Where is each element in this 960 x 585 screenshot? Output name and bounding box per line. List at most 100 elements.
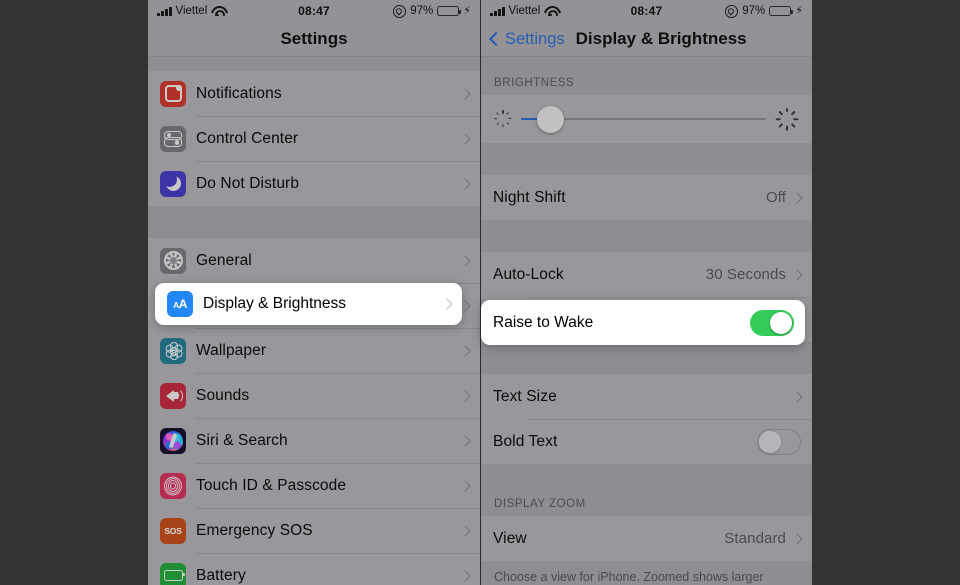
battery-icon	[769, 5, 794, 17]
control-center-icon	[160, 125, 186, 152]
chevron-right-icon	[459, 569, 471, 582]
display-nav-bar: Settings Display & Brightness	[481, 22, 812, 56]
brightness-section-header: BRIGHTNESS	[481, 57, 812, 95]
row-label: Raise to Wake	[493, 313, 594, 331]
sidebar-item-label: Battery	[196, 566, 246, 584]
sidebar-item-emergency-sos[interactable]: SOS Emergency SOS	[148, 508, 480, 553]
sidebar-item-label: Sounds	[196, 386, 250, 404]
row-text-size[interactable]: Text Size	[481, 374, 812, 419]
text-group: Text Size Bold Text	[481, 374, 812, 464]
row-night-shift[interactable]: Night Shift Off	[481, 175, 812, 220]
battery-icon	[437, 5, 462, 17]
sidebar-item-siri-search[interactable]: Siri & Search	[148, 418, 480, 463]
display-brightness-icon: AA	[167, 291, 193, 317]
page-title: Settings	[280, 29, 348, 48]
sidebar-item-do-not-disturb[interactable]: Do Not Disturb	[148, 161, 480, 206]
sun-large-icon	[775, 107, 799, 131]
chevron-right-icon	[459, 389, 471, 402]
sounds-icon	[160, 382, 186, 409]
brightness-slider-thumb[interactable]	[536, 105, 564, 133]
row-label: Bold Text	[493, 432, 558, 450]
sun-small-icon	[494, 110, 512, 128]
sidebar-item-label: Emergency SOS	[196, 521, 313, 539]
brightness-slider[interactable]	[521, 105, 766, 133]
sidebar-item-battery[interactable]: Battery	[148, 553, 480, 585]
panel-divider	[480, 0, 481, 585]
chevron-left-icon	[488, 31, 504, 47]
raise-to-wake-toggle[interactable]	[750, 309, 794, 336]
notifications-icon	[160, 80, 186, 107]
chevron-right-icon	[459, 177, 471, 190]
settings-group-1: Notifications Control Center Do Not Dist…	[148, 71, 480, 206]
wallpaper-icon	[160, 337, 186, 364]
section-gap-1	[481, 143, 812, 175]
row-value: Off	[765, 189, 786, 206]
chevron-right-icon	[459, 434, 471, 447]
status-bar-left: Viettel 08:47 97% ⚡	[148, 0, 480, 22]
back-button-label: Settings	[505, 29, 565, 48]
sidebar-item-label: General	[196, 251, 252, 269]
general-gear-icon	[160, 247, 186, 274]
screenshot-stage: Viettel 08:47 97% ⚡ Settings Notificatio…	[0, 0, 960, 585]
section-gap-3	[481, 342, 812, 374]
sidebar-item-display-brightness[interactable]: AA Display & Brightness	[155, 283, 462, 325]
sidebar-item-label: Notifications	[196, 84, 282, 102]
back-button[interactable]: Settings	[488, 29, 565, 49]
lightning-bolt-icon: ⚡	[463, 4, 471, 17]
sidebar-item-label: Touch ID & Passcode	[196, 476, 347, 494]
sidebar-item-general[interactable]: General	[148, 238, 480, 283]
chevron-right-icon	[459, 87, 471, 100]
bold-text-toggle[interactable]	[757, 428, 801, 455]
display-brightness-panel: Viettel 08:47 97% ⚡ Settings Display & B…	[481, 0, 812, 585]
chevron-right-icon	[459, 479, 471, 492]
chevron-right-icon	[459, 132, 471, 145]
sidebar-item-label: Do Not Disturb	[196, 174, 300, 192]
chevron-right-icon	[791, 191, 803, 204]
row-view[interactable]: View Standard	[481, 516, 812, 561]
row-bold-text[interactable]: Bold Text	[481, 419, 812, 464]
row-raise-to-wake[interactable]: Raise to Wake	[481, 300, 805, 345]
settings-nav-bar: Settings	[148, 22, 480, 56]
row-label: Text Size	[493, 387, 557, 405]
chevron-right-icon	[791, 532, 803, 545]
row-value: Standard	[724, 530, 786, 547]
list-top-gap	[148, 57, 480, 71]
display-zoom-section-header: DISPLAY ZOOM	[481, 478, 812, 516]
chevron-right-icon	[791, 390, 803, 403]
rotation-lock-icon	[393, 4, 407, 18]
sidebar-item-label: Display & Brightness	[203, 295, 347, 312]
night-shift-group: Night Shift Off	[481, 175, 812, 220]
sidebar-item-touch-id-passcode[interactable]: Touch ID & Passcode	[148, 463, 480, 508]
row-value: 30 Seconds	[705, 266, 786, 283]
brightness-slider-row[interactable]	[481, 95, 812, 143]
status-bar-right-group: 97% ⚡	[393, 4, 471, 18]
do-not-disturb-icon	[160, 170, 186, 197]
lightning-bolt-icon: ⚡	[795, 4, 803, 17]
siri-search-icon	[160, 427, 186, 454]
section-gap-4	[481, 464, 812, 478]
battery-percent-label: 97%	[742, 5, 766, 17]
sidebar-item-label: Siri & Search	[196, 431, 288, 449]
row-label: Auto-Lock	[493, 265, 564, 283]
row-label: Night Shift	[493, 188, 566, 206]
chevron-right-icon	[791, 268, 803, 281]
touch-id-icon	[160, 472, 186, 499]
row-auto-lock[interactable]: Auto-Lock 30 Seconds	[481, 252, 812, 297]
sidebar-item-control-center[interactable]: Control Center	[148, 116, 480, 161]
sidebar-item-sounds[interactable]: Sounds	[148, 373, 480, 418]
rotation-lock-icon	[725, 4, 739, 18]
battery-percent-label: 97%	[410, 5, 434, 17]
chevron-right-icon	[459, 524, 471, 537]
chevron-right-icon	[459, 254, 471, 267]
sidebar-item-label: Control Center	[196, 129, 299, 147]
sidebar-item-wallpaper[interactable]: Wallpaper	[148, 328, 480, 373]
emergency-sos-icon: SOS	[160, 517, 186, 544]
chevron-right-icon	[459, 344, 471, 357]
display-zoom-group: View Standard	[481, 516, 812, 561]
settings-group-gap	[148, 206, 480, 238]
battery-settings-icon	[160, 562, 186, 585]
display-zoom-footer: Choose a view for iPhone. Zoomed shows l…	[481, 561, 812, 585]
sidebar-item-notifications[interactable]: Notifications	[148, 71, 480, 116]
status-bar-right-group: 97% ⚡	[725, 4, 803, 18]
section-gap-2	[481, 220, 812, 252]
